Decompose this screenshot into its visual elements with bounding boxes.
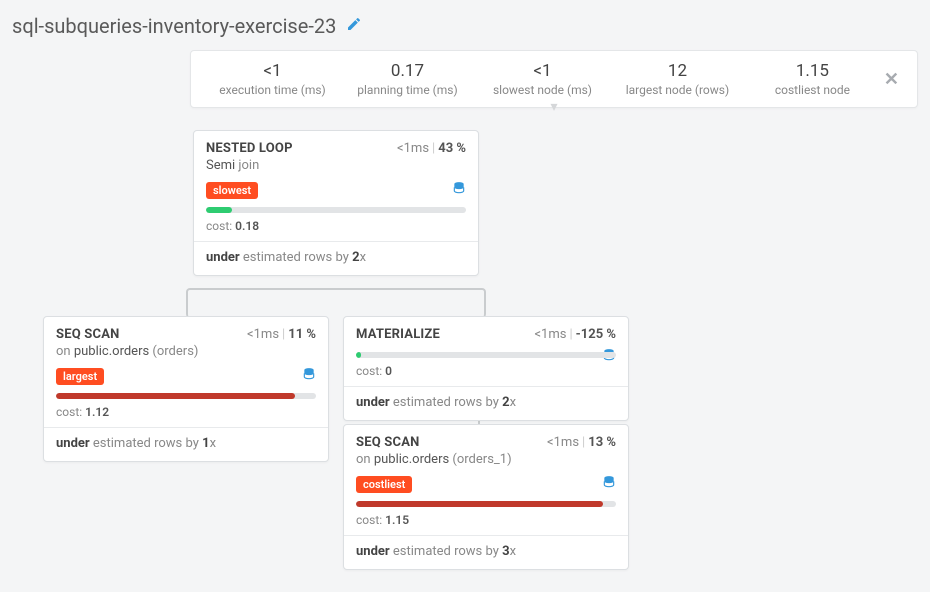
node-materialize[interactable]: MATERIALIZE <1ms|-125 % cost: 0 under es… — [343, 316, 629, 421]
progress-bar — [206, 207, 466, 213]
node-subtitle: Semi join — [194, 158, 478, 177]
database-icon[interactable] — [302, 367, 316, 385]
node-metrics: <1ms|13 % — [547, 435, 616, 450]
stat-planning-time: 0.17 planning time (ms) — [340, 61, 475, 97]
badge-costliest: costliest — [356, 476, 412, 493]
progress-bar — [56, 393, 316, 399]
edit-icon[interactable] — [346, 16, 362, 36]
badge-slowest: slowest — [206, 182, 258, 199]
connector — [186, 288, 486, 318]
stat-label: execution time (ms) — [205, 83, 340, 97]
node-metrics: <1ms|11 % — [247, 327, 316, 342]
stat-costliest-node: 1.15 costliest node — [745, 61, 880, 97]
stat-value: 1.15 — [745, 61, 880, 81]
stat-value: 12 — [610, 61, 745, 81]
node-seq-scan-orders[interactable]: SEQ SCAN <1ms|11 % on public.orders (ord… — [43, 316, 329, 462]
stat-value: 0.17 — [340, 61, 475, 81]
plan-canvas: NESTED LOOP <1ms|43 % Semi join slowest … — [0, 122, 930, 592]
stat-value: <1 — [205, 61, 340, 81]
stat-execution-time: <1 execution time (ms) — [205, 61, 340, 97]
page-title: sql-subqueries-inventory-exercise-23 — [12, 14, 336, 38]
node-title: SEQ SCAN — [56, 327, 120, 342]
node-subtitle: on public.orders (orders) — [44, 344, 328, 363]
estimate-line: under estimated rows by 2x — [344, 387, 628, 420]
estimate-line: under estimated rows by 3x — [344, 536, 628, 569]
node-title: SEQ SCAN — [356, 435, 420, 450]
stat-value: <1 — [475, 61, 610, 81]
stat-label: slowest node (ms) — [475, 83, 610, 97]
database-icon[interactable] — [452, 181, 466, 199]
node-metrics: <1ms|43 % — [397, 141, 466, 156]
node-title: MATERIALIZE — [356, 327, 440, 342]
progress-bar — [356, 352, 616, 358]
stats-bar: <1 execution time (ms) 0.17 planning tim… — [190, 50, 918, 108]
estimate-line: under estimated rows by 1x — [44, 428, 328, 461]
stat-largest-node: 12 largest node (rows) — [610, 61, 745, 97]
badge-largest: largest — [56, 368, 104, 385]
stat-label: costliest node — [745, 83, 880, 97]
progress-bar — [356, 501, 616, 507]
stat-label: largest node (rows) — [610, 83, 745, 97]
node-subtitle: on public.orders (orders_1) — [344, 452, 628, 471]
page-header: sql-subqueries-inventory-exercise-23 — [0, 0, 930, 44]
dropdown-tail-icon: ▾ — [550, 99, 557, 115]
node-nested-loop[interactable]: NESTED LOOP <1ms|43 % Semi join slowest … — [193, 130, 479, 276]
node-metrics: <1ms|-125 % — [534, 327, 616, 342]
cost-line: cost: 1.12 — [44, 403, 328, 427]
cost-line: cost: 0.18 — [194, 217, 478, 241]
cost-line: cost: 1.15 — [344, 511, 628, 535]
node-title: NESTED LOOP — [206, 141, 293, 156]
estimate-line: under estimated rows by 2x — [194, 242, 478, 275]
node-seq-scan-orders-1[interactable]: SEQ SCAN <1ms|13 % on public.orders (ord… — [343, 424, 629, 570]
close-icon[interactable]: ✕ — [880, 69, 903, 90]
stat-slowest-node: <1 slowest node (ms) — [475, 61, 610, 97]
database-icon[interactable] — [602, 475, 616, 493]
stat-label: planning time (ms) — [340, 83, 475, 97]
cost-line: cost: 0 — [344, 362, 628, 386]
